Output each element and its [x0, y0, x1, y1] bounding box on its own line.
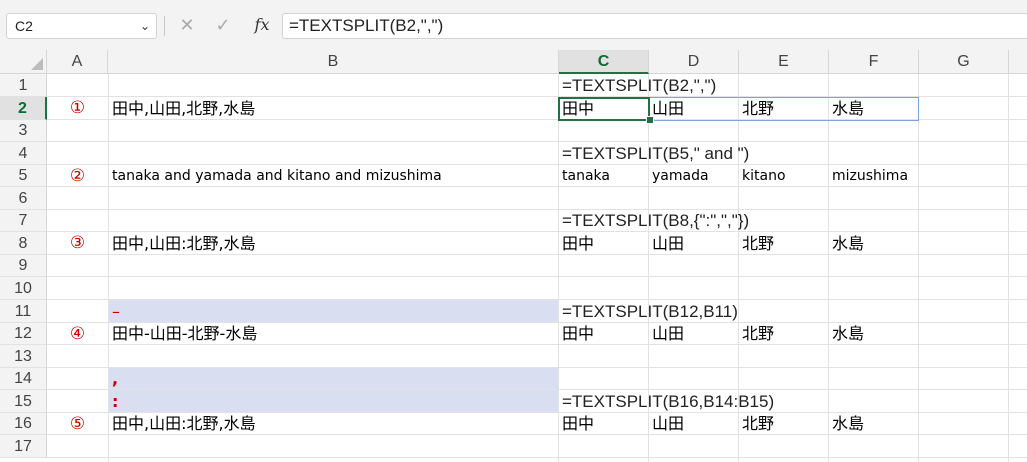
cell-e16[interactable]: 北野 [739, 413, 774, 435]
cell-f5[interactable]: mizushima [829, 165, 908, 187]
cell-a5[interactable]: ② [47, 165, 108, 187]
cell-c11[interactable]: =TEXTSPLIT(B12,B11) [559, 300, 738, 323]
row-header-4[interactable]: 4 [0, 142, 47, 165]
cell-d8[interactable]: 山田 [649, 232, 684, 255]
column-header-e[interactable]: E [739, 50, 829, 74]
grid-line [47, 389, 1027, 390]
cell-a8[interactable]: ③ [47, 232, 108, 255]
active-cell-border [558, 97, 650, 121]
cell-b5[interactable]: tanaka and yamada and kitano and mizushi… [109, 165, 442, 187]
grid-line [918, 74, 919, 462]
column-header-d[interactable]: D [649, 50, 739, 74]
cell-f16[interactable]: 水島 [829, 413, 864, 435]
cell-b2[interactable]: 田中,山田,北野,水島 [109, 97, 255, 120]
row-header-10[interactable]: 10 [0, 277, 47, 300]
chevron-down-icon[interactable]: ⌄ [140, 14, 150, 38]
cell-c5[interactable]: tanaka [559, 165, 610, 187]
grid-line [47, 209, 1027, 210]
cell-f8[interactable]: 水島 [829, 232, 864, 255]
insert-function-icon[interactable]: fx [250, 13, 274, 39]
column-header-b[interactable]: B [108, 50, 559, 74]
cell-e5[interactable]: kitano [739, 165, 786, 187]
row-header-14[interactable]: 14 [0, 368, 47, 390]
row-header-7[interactable]: 7 [0, 210, 47, 232]
row-header-8[interactable]: 8 [0, 232, 47, 255]
grid-line [47, 367, 1027, 368]
cell-a2[interactable]: ① [47, 97, 108, 120]
column-header-f[interactable]: F [829, 50, 919, 74]
column-header-h[interactable] [1009, 50, 1027, 74]
row-header-16[interactable]: 16 [0, 413, 47, 435]
enter-icon[interactable]: ✓ [212, 13, 234, 39]
row-header-15[interactable]: 15 [0, 390, 47, 413]
cell-d16[interactable]: 山田 [649, 413, 684, 435]
cancel-icon[interactable]: ✕ [176, 13, 198, 39]
grid-line [47, 299, 1027, 300]
row-header-3[interactable]: 3 [0, 120, 47, 142]
cell-c8[interactable]: 田中 [559, 232, 594, 255]
row-header-1[interactable]: 1 [0, 74, 47, 97]
cell-e8[interactable]: 北野 [739, 232, 774, 255]
grid-line [47, 276, 1027, 277]
cell-b14[interactable]: , [109, 368, 118, 390]
grid-line [47, 141, 1027, 142]
grid-line [1008, 74, 1009, 462]
column-header-c[interactable]: C [559, 50, 649, 74]
name-box[interactable]: C2 ⌄ [6, 13, 157, 39]
cell-d12[interactable]: 山田 [649, 323, 684, 345]
fill-handle[interactable] [646, 116, 654, 124]
cell-b8[interactable]: 田中,山田:北野,水島 [109, 232, 256, 255]
row-header-5[interactable]: 5 [0, 165, 47, 187]
column-header-a[interactable]: A [47, 50, 108, 74]
highlight-fill-b14-b15 [109, 368, 558, 412]
cell-f12[interactable]: 水島 [829, 323, 864, 345]
cell-c7[interactable]: =TEXTSPLIT(B8,{":",","}) [559, 210, 749, 232]
cell-b12[interactable]: 田中-山田-北野-水島 [109, 323, 257, 345]
cell-c4[interactable]: =TEXTSPLIT(B5," and ") [559, 143, 749, 165]
cell-c12[interactable]: 田中 [559, 323, 594, 345]
row-header-17[interactable]: 17 [0, 435, 47, 458]
cell-c15[interactable]: =TEXTSPLIT(B16,B14:B15) [559, 390, 774, 413]
cell-a12[interactable]: ④ [47, 323, 108, 345]
name-box-value: C2 [15, 18, 33, 34]
highlight-fill-b11 [109, 300, 558, 322]
cell-b15[interactable]: : [109, 390, 118, 413]
row-header-12[interactable]: 12 [0, 323, 47, 345]
cell-b11[interactable]: – [109, 300, 120, 323]
cell-b16[interactable]: 田中,山田:北野,水島 [109, 413, 256, 435]
row-header-9[interactable]: 9 [0, 255, 47, 277]
row-header-6[interactable]: 6 [0, 187, 47, 210]
cell-e12[interactable]: 北野 [739, 323, 774, 345]
row-header-13[interactable]: 13 [0, 345, 47, 368]
cell-a16[interactable]: ⑤ [47, 413, 108, 435]
grid-line [828, 74, 829, 462]
select-all-button[interactable] [0, 50, 47, 74]
cell-c1[interactable]: =TEXTSPLIT(B2,",") [559, 75, 716, 97]
grid-line [47, 457, 1027, 458]
cell-c16[interactable]: 田中 [559, 413, 594, 435]
formula-bar: C2 ⌄ ✕ ✓ fx =TEXTSPLIT(B2,",") [0, 0, 1027, 50]
row-header-2[interactable]: 2 [0, 97, 47, 120]
column-header-g[interactable]: G [919, 50, 1009, 74]
formula-bar-divider [164, 16, 165, 36]
cell-d5[interactable]: yamada [649, 165, 709, 187]
row-header-11[interactable]: 11 [0, 300, 47, 323]
formula-input[interactable]: =TEXTSPLIT(B2,",") [282, 13, 1027, 39]
